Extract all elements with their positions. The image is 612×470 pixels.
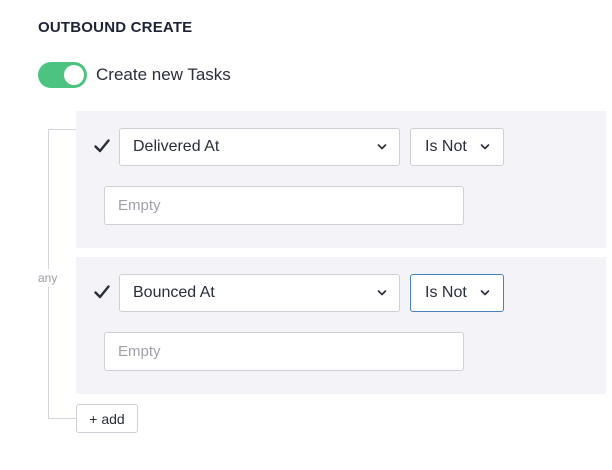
field-select-value: Bounced At [133,284,215,301]
toggle-label: Create new Tasks [96,65,231,84]
field-select-value: Delivered At [133,138,220,155]
chevron-down-icon [377,144,387,150]
add-condition-button[interactable]: + add [76,404,138,433]
checkmark-icon [94,139,110,153]
operator-select[interactable]: Is Not [410,128,504,166]
group-join-label: any [38,269,58,287]
create-tasks-toggle-row[interactable]: Create new Tasks [38,62,231,88]
field-select[interactable]: Delivered At [119,128,400,166]
condition-card: Bounced At Is Not [76,257,606,394]
create-tasks-toggle[interactable] [38,62,87,88]
value-input[interactable] [104,332,464,371]
operator-select-value: Is Not [425,138,467,155]
operator-select[interactable]: Is Not [410,274,504,312]
condition-card: Delivered At Is Not [76,111,606,248]
section-title: OUTBOUND CREATE [38,19,193,36]
value-input[interactable] [104,186,464,225]
checkmark-icon [94,285,110,299]
operator-select-value: Is Not [425,284,467,301]
chevron-down-icon [377,290,387,296]
field-select[interactable]: Bounced At [119,274,400,312]
chevron-down-icon [480,144,490,150]
toggle-knob [64,65,84,85]
chevron-down-icon [480,290,490,296]
